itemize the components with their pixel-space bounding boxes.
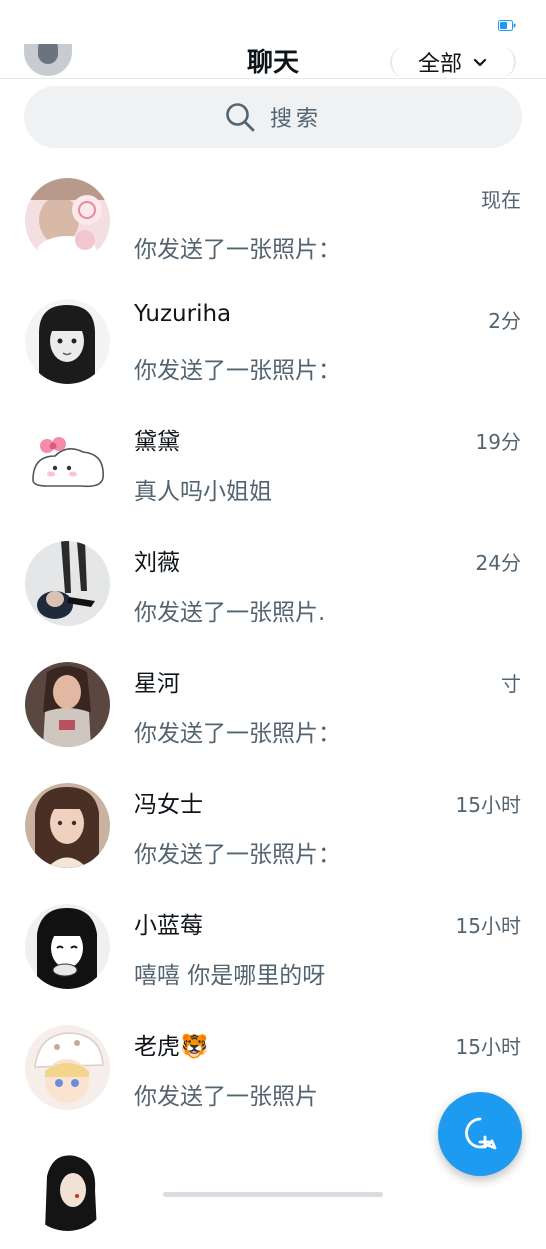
chevron-down-icon — [473, 58, 487, 67]
chat-preview: 嘻嘻 你是哪里的呀 — [134, 963, 326, 989]
chat-name: 老虎🐯 — [134, 1034, 209, 1060]
chat-time: 2分 — [488, 309, 521, 333]
chat-name: 小蓝莓 — [134, 913, 203, 939]
chat-row[interactable]: 刘薇 24分 你发送了一张照片. — [0, 523, 546, 644]
chat-time: 15小时 — [455, 1035, 521, 1059]
avatar[interactable] — [25, 1025, 110, 1110]
status-bar — [0, 0, 546, 44]
chat-time: 24分 — [475, 551, 521, 575]
chat-list: 现在 你发送了一张照片： Yuzuriha 2分 你发送了一张照片： 黛黛 19… — [0, 160, 546, 1249]
filter-label: 全部 — [417, 52, 462, 77]
home-indicator — [163, 1192, 383, 1197]
search-icon — [226, 103, 255, 132]
chat-preview: 你发送了一张照片 — [134, 1084, 318, 1110]
chat-row[interactable]: 冯女士 15小时 你发送了一张照片： — [0, 765, 546, 886]
avatar[interactable] — [25, 1146, 110, 1231]
chat-time: 15小时 — [455, 793, 521, 817]
chat-time: 现在 — [481, 188, 521, 212]
avatar[interactable] — [25, 783, 110, 868]
chat-time: 寸 — [501, 672, 521, 696]
compose-message-button[interactable] — [438, 1092, 522, 1176]
chat-row[interactable]: 现在 你发送了一张照片： — [0, 160, 546, 281]
chat-preview: 你发送了一张照片： — [134, 237, 341, 263]
chat-row[interactable]: 星河 寸 你发送了一张照片： — [0, 644, 546, 765]
chat-name: 冯女士 — [134, 792, 203, 818]
avatar[interactable] — [25, 420, 110, 505]
avatar[interactable] — [25, 541, 110, 626]
chat-name: Yuzuriha — [134, 301, 232, 327]
chat-preview: 你发送了一张照片. — [134, 600, 326, 626]
chat-time: 15小时 — [455, 914, 521, 938]
search-input[interactable]: 搜索 — [24, 86, 522, 148]
chat-row[interactable]: 黛黛 19分 真人吗小姐姐 — [0, 402, 546, 523]
header: 聊天 全部 — [0, 44, 546, 79]
battery-icon — [498, 20, 516, 31]
avatar[interactable] — [25, 662, 110, 747]
avatar[interactable] — [25, 904, 110, 989]
search-placeholder: 搜索 — [269, 107, 322, 132]
chat-preview: 真人吗小姐姐 — [134, 479, 272, 505]
filter-dropdown[interactable]: 全部 — [389, 46, 516, 78]
chat-name: 刘薇 — [134, 550, 180, 576]
avatar[interactable] — [25, 299, 110, 384]
chat-time: 19分 — [475, 430, 521, 454]
chat-row[interactable]: 小蓝莓 15小时 嘻嘻 你是哪里的呀 — [0, 886, 546, 1007]
compose-message-icon — [465, 1117, 497, 1150]
chat-name: 星河 — [134, 671, 180, 697]
chat-preview: 你发送了一张照片： — [134, 842, 341, 868]
chat-name: 黛黛 — [134, 429, 180, 455]
chat-preview: 你发送了一张照片： — [134, 721, 341, 747]
avatar[interactable] — [25, 178, 110, 263]
chat-row[interactable]: Yuzuriha 2分 你发送了一张照片： — [0, 281, 546, 402]
chat-preview: 你发送了一张照片： — [134, 358, 341, 384]
